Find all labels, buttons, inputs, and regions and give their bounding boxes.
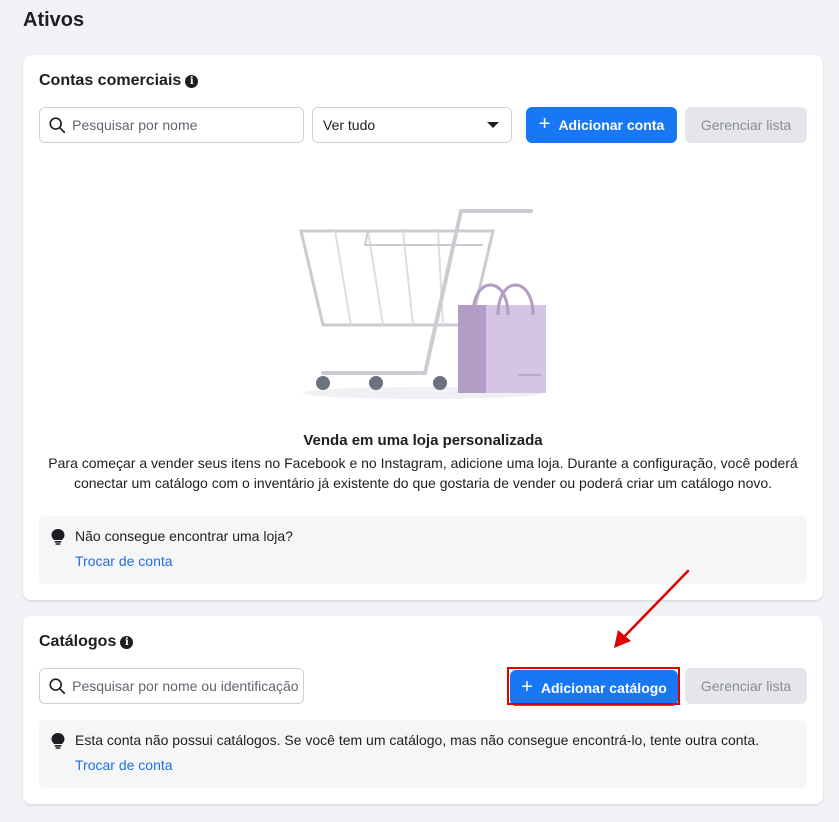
help-tip-text: Não consegue encontrar uma loja?: [75, 528, 293, 544]
filter-select-value: Ver tudo: [323, 117, 376, 133]
search-input[interactable]: [72, 678, 303, 694]
lightbulb-icon: [51, 529, 65, 545]
search-field[interactable]: [39, 668, 304, 704]
search-icon: [49, 678, 66, 695]
section-title-text: Contas comerciais: [39, 72, 182, 89]
assets-page: Ativos Contas comerciais i Ver tudo + Ad…: [0, 0, 839, 822]
annotation-highlight-box: [507, 667, 680, 705]
info-icon[interactable]: i: [185, 74, 199, 88]
chevron-down-icon: [487, 122, 499, 128]
section-title-text: Catálogos: [39, 633, 117, 650]
shopping-cart-illustration: [299, 209, 546, 399]
manage-list-label: Gerenciar lista: [700, 117, 792, 133]
section-title: Catálogos i: [39, 633, 134, 651]
plus-icon: +: [538, 113, 551, 135]
section-title: Contas comerciais i: [39, 72, 199, 90]
lightbulb-icon: [51, 733, 65, 749]
search-field[interactable]: [39, 107, 304, 143]
empty-state-description: Para começar a vender seus itens no Face…: [48, 455, 798, 491]
catalogs-card: Catálogos i + Adicionar catálogo Gerenci…: [23, 616, 823, 804]
filter-select[interactable]: Ver tudo: [312, 107, 512, 143]
search-input[interactable]: [72, 117, 303, 133]
add-account-button[interactable]: + Adicionar conta: [526, 107, 677, 143]
add-account-label: Adicionar conta: [558, 117, 665, 133]
manage-list-button[interactable]: Gerenciar lista: [685, 668, 807, 704]
info-icon[interactable]: i: [120, 635, 134, 649]
help-tip: Esta conta não possui catálogos. Se você…: [39, 720, 807, 788]
help-tip-text: Esta conta não possui catálogos. Se você…: [75, 732, 760, 748]
page-title: Ativos: [23, 9, 85, 31]
search-icon: [49, 117, 66, 134]
empty-state-title: Venda em uma loja personalizada: [303, 432, 543, 449]
business-accounts-card: Contas comerciais i Ver tudo + Adicionar…: [23, 55, 823, 600]
switch-account-link[interactable]: Trocar de conta: [75, 553, 173, 569]
manage-list-button[interactable]: Gerenciar lista: [685, 107, 807, 143]
manage-list-label: Gerenciar lista: [700, 678, 792, 694]
annotation-arrow: [614, 569, 690, 648]
switch-account-link[interactable]: Trocar de conta: [75, 757, 173, 773]
